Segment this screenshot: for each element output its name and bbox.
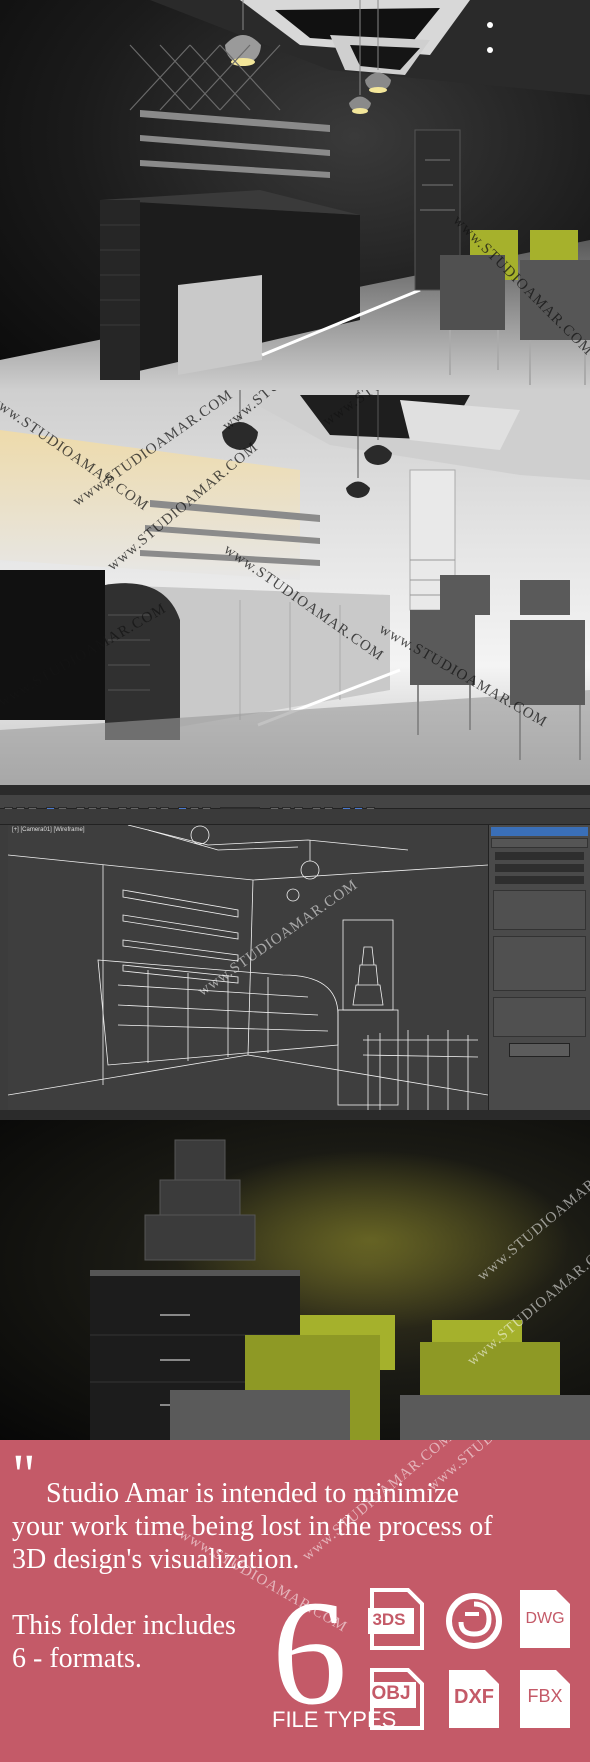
- panel-field[interactable]: [495, 876, 584, 884]
- render-dark-bar-illustration: [0, 0, 590, 390]
- render-button[interactable]: [509, 1043, 570, 1057]
- panel-group: [493, 890, 586, 930]
- main-toolbar: [0, 795, 590, 816]
- menu-bar: [0, 785, 590, 795]
- format-label: FBX: [527, 1686, 563, 1706]
- 3ds-file-icon: 3DS: [368, 1588, 426, 1650]
- render-dark-dining: www.STUDIOAMAR.COM www.STUDIOAMAR.COM: [0, 1120, 590, 1440]
- panel-tabs[interactable]: [491, 838, 588, 848]
- render-setup-panel[interactable]: [488, 825, 590, 1110]
- promo-text-line: This folder includes: [12, 1610, 236, 1641]
- format-label: 3DS: [372, 1610, 406, 1629]
- quote-mark: ": [12, 1442, 36, 1507]
- render-dark-bar: www.STUDIOAMAR.COM: [0, 0, 590, 390]
- fbx-file-icon: FBX: [516, 1668, 574, 1730]
- render-light-bar: www.STUDIOAMAR.COM www.STUDIOAMAR.COM ww…: [0, 390, 590, 785]
- obj-file-icon: OBJ: [368, 1668, 426, 1730]
- panel-field[interactable]: [495, 864, 584, 872]
- viewport-label[interactable]: [+] [Camera01] [Wireframe]: [12, 827, 85, 833]
- status-bar: [0, 1110, 590, 1120]
- ribbon: [0, 809, 590, 825]
- panel-group: [493, 997, 586, 1037]
- software-screenshot: [+] [Camera01] [Wireframe] www.STUDIOAMA…: [0, 785, 590, 1120]
- promo-text-line: your work time being lost in the process…: [12, 1511, 493, 1542]
- format-label: DXF: [454, 1686, 494, 1708]
- promo-banner: " Studio Amar is intended to minimize yo…: [0, 1440, 590, 1762]
- format-label: DWG: [525, 1610, 565, 1627]
- format-label: OBJ: [371, 1683, 411, 1704]
- dxf-file-icon: DXF: [445, 1668, 503, 1730]
- panel-titlebar: [491, 827, 588, 836]
- panel-field[interactable]: [495, 852, 584, 860]
- panel-group: [493, 936, 586, 991]
- render-dark-dining-illustration: [90, 1139, 590, 1440]
- 3ds-max-logo-icon: [445, 1590, 503, 1652]
- promo-text-line: 6 - formats.: [12, 1643, 142, 1674]
- dwg-file-icon: DWG: [516, 1588, 574, 1650]
